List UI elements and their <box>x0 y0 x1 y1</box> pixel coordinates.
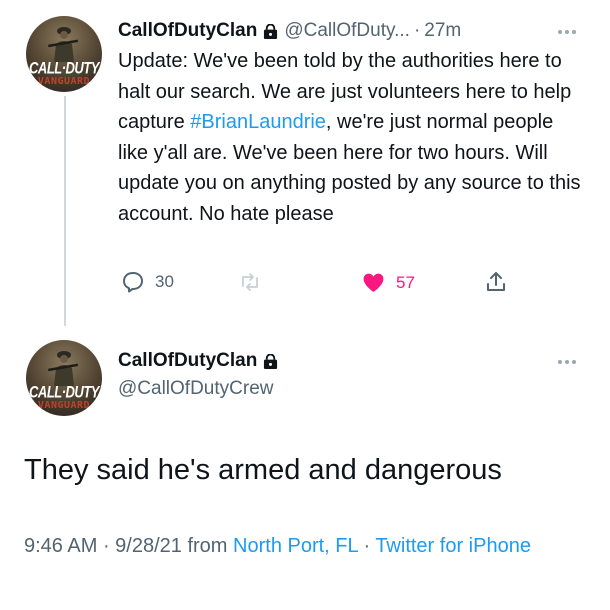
like-count: 57 <box>396 272 415 292</box>
share-button[interactable] <box>484 270 508 294</box>
hashtag-link[interactable]: #BrianLaundrie <box>190 111 326 133</box>
lock-icon <box>264 353 278 369</box>
reply-count: 30 <box>155 272 174 291</box>
heart-icon <box>363 273 384 292</box>
avatar-logo-subtext: VANGUARD <box>37 400 91 411</box>
share-icon <box>487 272 505 291</box>
tweet-date[interactable]: 9/28/21 <box>115 535 182 557</box>
tweet-time[interactable]: 9:46 AM <box>24 535 97 557</box>
lock-icon <box>264 23 278 39</box>
more-icon[interactable] <box>558 30 576 34</box>
separator: · <box>413 20 421 41</box>
avatar[interactable]: CALL·DUTY VANGUARD <box>26 16 102 92</box>
tweet-header: CallOfDutyClan @CallOfDuty... · 27m <box>118 18 461 44</box>
location-link[interactable]: North Port, FL <box>233 535 358 557</box>
like-button[interactable]: 57 <box>361 270 415 295</box>
handle[interactable]: @CallOfDuty... <box>284 18 410 44</box>
separator: · <box>357 535 376 557</box>
retweet-icon <box>242 273 258 291</box>
soldier-icon <box>48 351 79 386</box>
display-name-row: CallOfDutyClan <box>118 348 284 374</box>
avatar-logo-text: CALL·DUTY <box>29 57 99 78</box>
avatar-logo-text: CALL·DUTY <box>29 381 99 402</box>
display-name[interactable]: CallOfDutyClan <box>118 348 257 374</box>
reply-icon <box>123 272 143 293</box>
tweet-text: Update: We've been told by the authoriti… <box>118 46 588 229</box>
handle[interactable]: @CallOfDutyCrew <box>118 376 273 402</box>
source-link[interactable]: Twitter for iPhone <box>375 535 531 557</box>
tweet-text: They said he's armed and dangerous <box>24 454 502 486</box>
avatar-logo-subtext: VANGUARD <box>37 76 91 87</box>
from-label: from <box>181 535 234 557</box>
avatar[interactable]: CALL·DUTY VANGUARD <box>26 340 102 416</box>
more-icon[interactable] <box>558 360 576 364</box>
separator: · <box>97 535 116 557</box>
tweet-meta: 9:46 AM · 9/28/21 from North Port, FL · … <box>24 531 584 562</box>
tweet-thread: CALL·DUTY VANGUARD CallOfDutyClan @CallO… <box>0 0 610 610</box>
timestamp[interactable]: 27m <box>424 18 461 44</box>
display-name[interactable]: CallOfDutyClan <box>118 18 257 44</box>
thread-connector <box>64 96 66 326</box>
reply-button[interactable]: 30 <box>121 270 174 294</box>
soldier-icon <box>48 27 79 62</box>
retweet-button[interactable] <box>238 270 272 294</box>
